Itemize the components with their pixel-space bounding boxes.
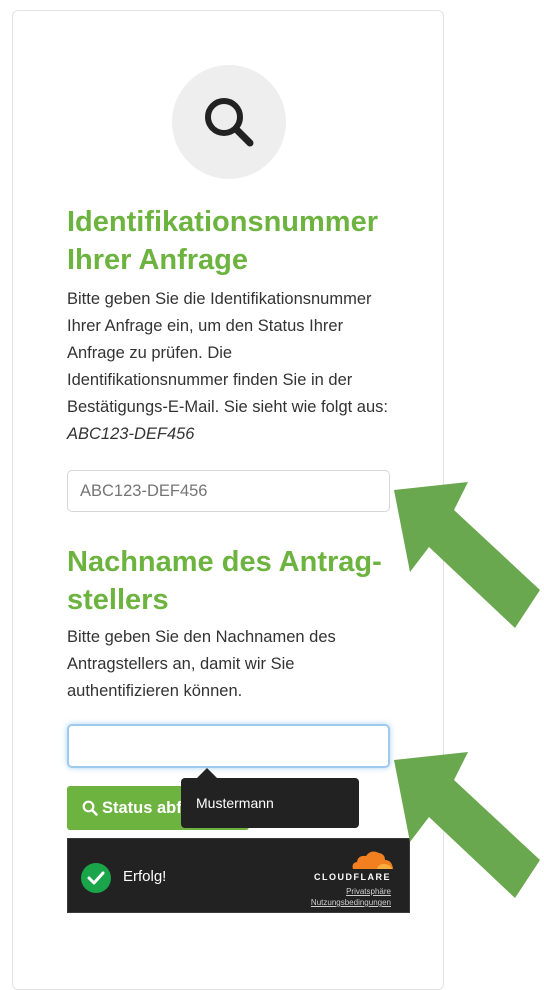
cloudflare-turnstile-widget: Erfolg! CLOUDFLARE Privatsphäre Nutzungs…	[67, 838, 410, 913]
applicant-surname-description: Bitte geben Sie den Nachnamen des Antrag…	[67, 628, 336, 700]
id-number-description-text: Bitte geben Sie die Identifikationsnumme…	[67, 290, 388, 416]
green-arrow-icon	[394, 482, 540, 628]
terms-link[interactable]: Nutzungsbedingungen	[311, 898, 391, 907]
magnifier-icon	[205, 98, 254, 147]
id-number-heading: Identifikationsnummer Ihrer Anfrage	[67, 206, 378, 276]
verification-status: Erfolg!	[123, 868, 167, 885]
success-check-icon	[81, 863, 111, 893]
applicant-surname-input[interactable]	[67, 724, 390, 768]
surname-tooltip: Mustermann	[181, 778, 359, 828]
tooltip-pointer	[197, 768, 217, 778]
green-arrow-icon	[394, 752, 540, 898]
id-number-input[interactable]	[67, 470, 390, 512]
cloudflare-brand: CLOUDFLARE	[314, 872, 391, 882]
search-illustration	[172, 65, 286, 179]
search-icon	[82, 800, 98, 816]
id-number-description: Bitte geben Sie die Identifikationsnumme…	[67, 286, 397, 448]
id-number-example: ABC123-DEF456	[67, 425, 195, 443]
applicant-surname-heading: Nachname des Antrag-stellers	[67, 546, 382, 616]
